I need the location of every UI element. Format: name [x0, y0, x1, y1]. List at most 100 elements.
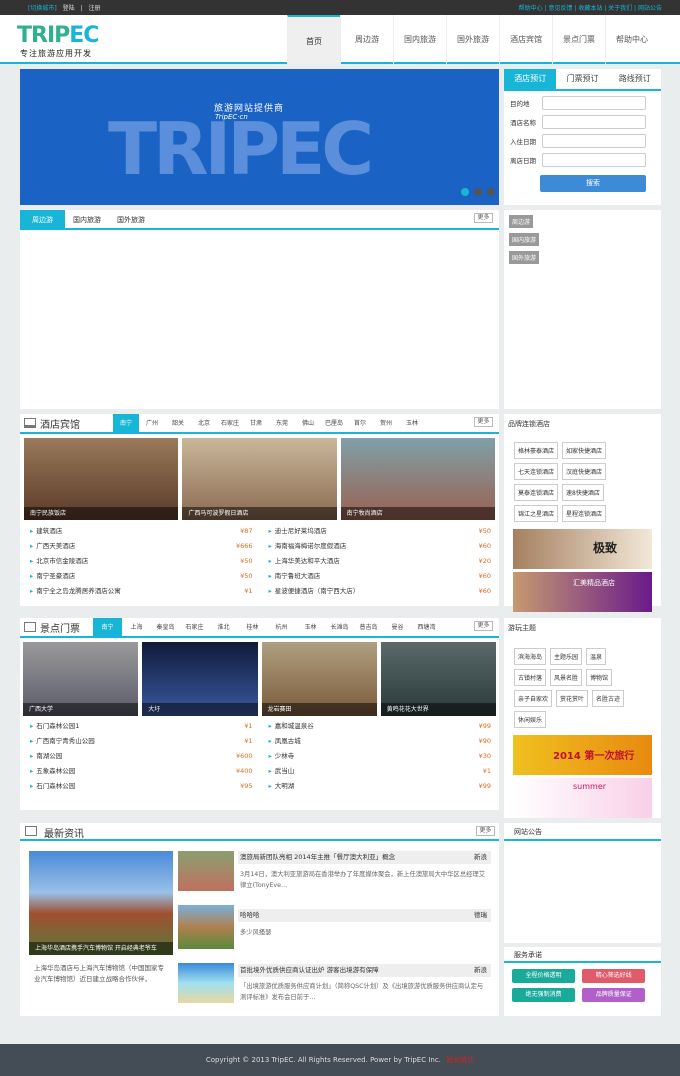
list-item[interactable]: 广西南宁青秀山公园¥1: [30, 734, 252, 749]
brand-link[interactable]: 莫泰连锁酒店: [514, 484, 559, 501]
tab-abroad[interactable]: 国外旅游: [109, 210, 153, 228]
nav-home[interactable]: 首页: [287, 15, 340, 64]
tab-hotel-booking[interactable]: 酒店预订: [504, 69, 557, 89]
scenic-more-button[interactable]: 更多: [474, 621, 493, 631]
hotel-more-button[interactable]: 更多: [474, 417, 493, 427]
theme-promo-banner-1[interactable]: 2014 第一次旅行: [513, 735, 652, 775]
theme-link[interactable]: 休闲娱乐: [514, 711, 547, 728]
nav-abroad[interactable]: 国外旅游: [446, 15, 499, 64]
theme-link[interactable]: 温泉: [586, 648, 607, 665]
list-item[interactable]: 南宁鲁班大酒店¥60: [269, 569, 491, 584]
scenic-photo[interactable]: 黄鸣花花大世界: [380, 642, 496, 716]
list-item[interactable]: 嘉和城温泉谷¥99: [269, 719, 491, 734]
hotel-city-tab[interactable]: 巴厘岛: [321, 414, 347, 434]
theme-link[interactable]: 主题乐园: [550, 648, 583, 665]
news-main-photo[interactable]: 上海华岛酒店携手汽车博物馆 开启经典老爷车: [29, 851, 173, 955]
nav-hotel[interactable]: 酒店宾馆: [499, 15, 552, 64]
list-item[interactable]: 石门森林公园¥95: [30, 779, 252, 794]
logo[interactable]: TRIPEC: [17, 23, 99, 48]
hotel-city-tab[interactable]: 甘肃: [243, 414, 269, 434]
brand-link[interactable]: 速8快捷酒店: [562, 484, 604, 501]
scenic-city-tab[interactable]: 长滩岛: [325, 618, 354, 638]
hotel-photo[interactable]: 南宁民族饭店: [24, 438, 179, 520]
list-item[interactable]: 广西天美酒店¥666: [30, 539, 252, 554]
hotel-photo[interactable]: 南宁牧尚酒店: [340, 438, 495, 520]
theme-link[interactable]: 滨海海岛: [514, 648, 547, 665]
news-thumb[interactable]: [178, 905, 234, 949]
list-item[interactable]: 五象森林公园¥400: [30, 764, 252, 779]
tab-ticket-booking[interactable]: 门票预订: [556, 69, 608, 89]
side-tag-domestic[interactable]: 国内旅游: [509, 233, 540, 246]
news-thumb[interactable]: [178, 851, 234, 891]
brand-link[interactable]: 七天连锁酒店: [514, 463, 559, 480]
theme-promo-banner-2[interactable]: summer: [513, 778, 652, 818]
hotel-city-tab[interactable]: 石家庄: [217, 414, 243, 434]
stats-badge[interactable]: 站长统计: [446, 1056, 474, 1064]
scenic-city-tab[interactable]: 淮北: [209, 618, 238, 638]
theme-link[interactable]: 赏花赏叶: [556, 690, 589, 707]
brand-link[interactable]: 锦江之星酒店: [514, 505, 559, 522]
list-item[interactable]: 北京市信金陵酒店¥50: [30, 554, 252, 569]
hotel-city-tab[interactable]: 南宁: [113, 414, 139, 434]
hotel-name-input[interactable]: [542, 115, 646, 129]
hotel-city-tab[interactable]: 佛山: [295, 414, 321, 434]
scenic-photo[interactable]: 大圩: [142, 642, 258, 716]
theme-link[interactable]: 博物馆: [586, 669, 613, 686]
news-headline[interactable]: 首批境外优质供应商认证出炉 游客出境游有保障 新浪: [238, 964, 491, 977]
hotel-city-tab[interactable]: 韶关: [165, 414, 191, 434]
side-tag-nearby[interactable]: 周边游: [509, 215, 534, 228]
register-link[interactable]: 注册: [89, 5, 101, 12]
nav-tickets[interactable]: 景点门票: [552, 15, 605, 64]
hotel-city-tab[interactable]: 玉林: [399, 414, 425, 434]
banner-slider[interactable]: TRIPEC 旅游网站提供商 TripEC·cn: [20, 69, 499, 205]
brand-link[interactable]: 如家快捷酒店: [562, 442, 607, 459]
list-item[interactable]: 星波便捷酒店（南宁西大店）¥60: [269, 584, 491, 599]
list-item[interactable]: 少林寺¥30: [269, 749, 491, 764]
list-item[interactable]: 南宁全之岛龙腾居养酒店公寓¥1: [30, 584, 252, 599]
list-item[interactable]: 南宁圣豪酒店¥50: [30, 569, 252, 584]
news-more-button[interactable]: 更多: [476, 826, 495, 836]
top-links[interactable]: 帮助中心 | 意见反馈 | 收藏本站 | 关于我们 | 网站公告: [519, 3, 662, 12]
theme-link[interactable]: 风景名胜: [550, 669, 583, 686]
hotel-city-tab[interactable]: 东莞: [269, 414, 295, 434]
slide-dot-3[interactable]: [487, 188, 495, 196]
hotel-photo[interactable]: 广西马可波罗假日酒店: [182, 438, 337, 520]
tab-nearby[interactable]: 周边游: [20, 210, 65, 228]
scenic-city-tab[interactable]: 南宁: [93, 618, 122, 638]
scenic-city-tab[interactable]: 普吉岛: [354, 618, 383, 638]
checkout-input[interactable]: [542, 153, 646, 167]
brand-link[interactable]: 格林豪泰酒店: [514, 442, 559, 459]
tab-domestic[interactable]: 国内旅游: [65, 210, 109, 228]
brand-link[interactable]: 星程连锁酒店: [562, 505, 607, 522]
theme-link[interactable]: 古镇村落: [514, 669, 547, 686]
news-headline[interactable]: 澳旅局新团队亮相 2014年主推「餐厅澳大利亚」概念 新浪: [238, 851, 491, 864]
side-tag-abroad[interactable]: 国外旅游: [509, 251, 540, 264]
scenic-city-tab[interactable]: 桂林: [238, 618, 267, 638]
hotel-promo-banner-1[interactable]: 极致: [513, 529, 652, 569]
list-item[interactable]: 海南福海梅诺尔度假酒店¥60: [269, 539, 491, 554]
hotel-promo-banner-2[interactable]: 汇美精品酒店: [513, 572, 652, 612]
checkin-input[interactable]: [542, 134, 646, 148]
nav-help[interactable]: 帮助中心: [605, 15, 658, 64]
login-link[interactable]: 登陆: [63, 5, 75, 12]
scenic-city-tab[interactable]: 玉林: [296, 618, 325, 638]
news-thumb[interactable]: [178, 963, 234, 1003]
list-item[interactable]: 凤凰古城¥90: [269, 734, 491, 749]
list-item[interactable]: 上海华美达和平大酒店¥20: [269, 554, 491, 569]
slide-dot-2[interactable]: [474, 188, 482, 196]
scenic-city-tab[interactable]: 石家庄: [180, 618, 209, 638]
scenic-photo[interactable]: 龙岩赛田: [261, 642, 377, 716]
destination-input[interactable]: [542, 96, 646, 110]
theme-link[interactable]: 亲子自家欢: [514, 690, 553, 707]
more-button[interactable]: 更多: [474, 213, 493, 223]
slide-dot-1[interactable]: [461, 188, 469, 196]
scenic-city-tab[interactable]: 西塘湾: [412, 618, 441, 638]
scenic-city-tab[interactable]: 曼谷: [383, 618, 412, 638]
brand-link[interactable]: 汉庭快捷酒店: [562, 463, 607, 480]
hotel-city-tab[interactable]: 贺州: [373, 414, 399, 434]
switch-city-link[interactable]: [切换城市]: [28, 5, 57, 12]
list-item[interactable]: 石门森林公园1¥1: [30, 719, 252, 734]
hotel-city-tab[interactable]: 首尔: [347, 414, 373, 434]
nav-domestic[interactable]: 国内旅游: [393, 15, 446, 64]
list-item[interactable]: 南湖公园¥600: [30, 749, 252, 764]
